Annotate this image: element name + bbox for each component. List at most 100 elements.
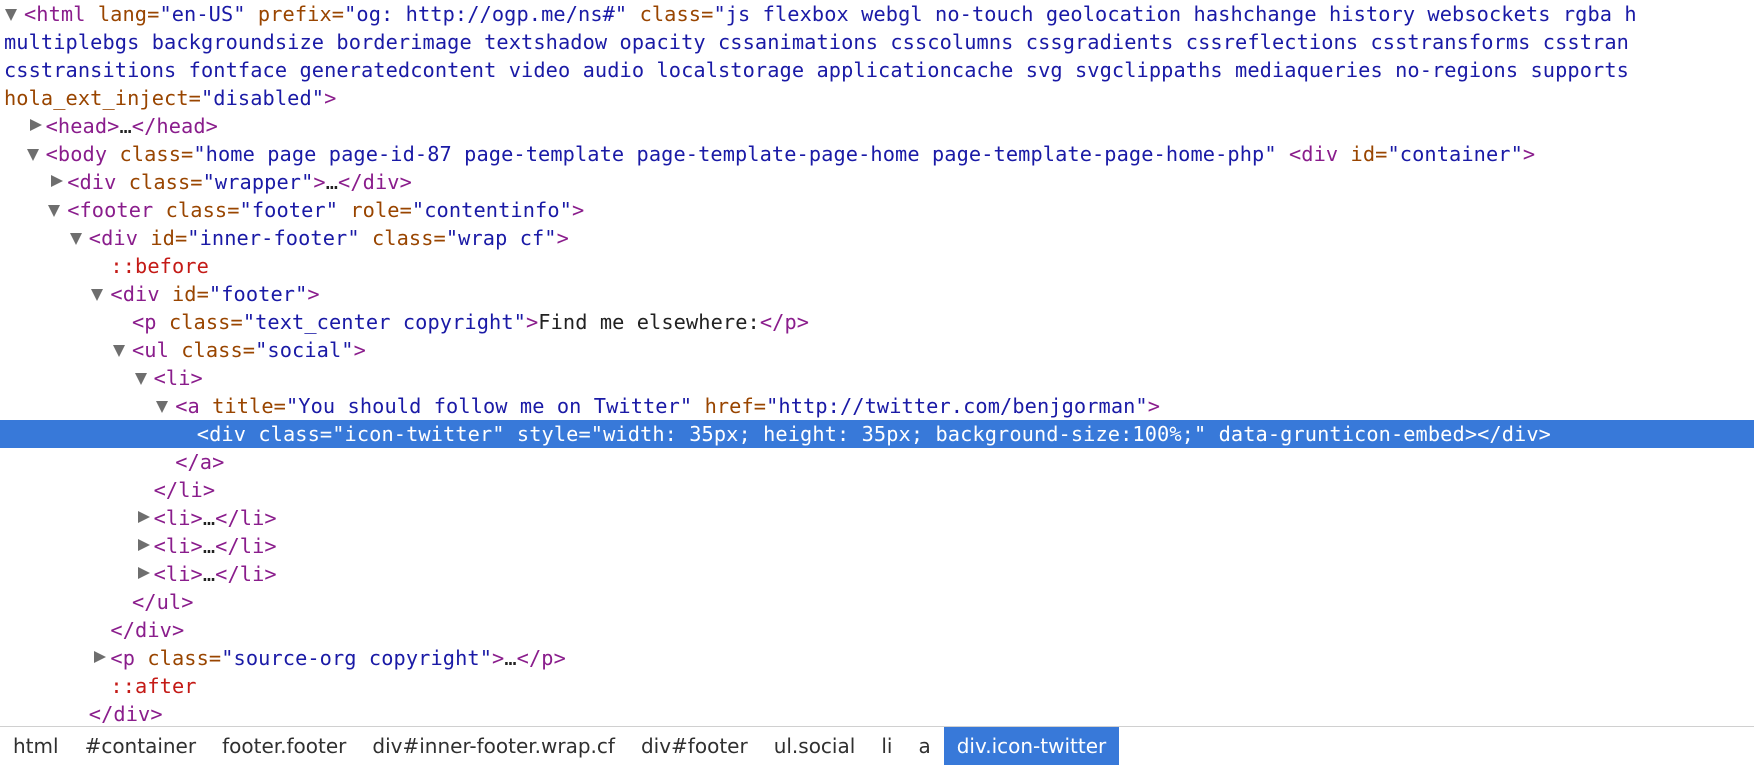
tree-line[interactable]: </div> [0, 700, 1754, 726]
token: <li> [153, 562, 203, 586]
tree-line[interactable]: <a title="You should follow me on Twitte… [0, 392, 1754, 420]
expand-triangle-closed-icon[interactable] [132, 504, 152, 532]
expand-triangle-open-icon[interactable] [45, 196, 65, 224]
expand-triangle-open-icon[interactable] [110, 336, 130, 364]
tree-line[interactable]: <head>…</head> [0, 112, 1754, 140]
elements-tree[interactable]: <html lang="en-US" prefix="og: http://og… [0, 0, 1754, 726]
tree-line[interactable]: csstransitions fontface generatedcontent… [0, 56, 1754, 84]
breadcrumb-item[interactable]: div#footer [628, 727, 761, 765]
token: "js flexbox webgl no-touch geolocation h… [713, 2, 1637, 26]
tree-line[interactable]: ::after [0, 672, 1754, 700]
token: … [202, 534, 216, 558]
token: class= [119, 142, 194, 166]
token: "contentinfo" [411, 198, 572, 222]
expand-triangle-open-icon[interactable] [88, 280, 108, 308]
expand-triangle-closed-icon[interactable] [45, 168, 65, 196]
tree-line[interactable]: <li>…</li> [0, 504, 1754, 532]
token: </p> [516, 646, 566, 670]
tree-line[interactable]: <li>…</li> [0, 532, 1754, 560]
tree-line[interactable]: </li> [0, 476, 1754, 504]
token: class= [181, 338, 256, 362]
tree-line-text: <p class="text_center copyright">Find me… [132, 308, 809, 336]
tree-line[interactable]: <p class="text_center copyright">Find me… [0, 308, 1754, 336]
token: </li> [215, 534, 277, 558]
token: </div> [110, 618, 185, 642]
token: <html [24, 2, 98, 26]
token: id= [150, 226, 188, 250]
breadcrumb-item[interactable]: li [868, 727, 905, 765]
tree-line[interactable]: <body class="home page page-id-87 page-t… [0, 140, 1754, 168]
token: style= [516, 422, 591, 446]
breadcrumb-item[interactable]: ul.social [761, 727, 869, 765]
tree-line-text: <head>…</head> [46, 112, 218, 140]
tree-line[interactable]: ::before [0, 252, 1754, 280]
tree-line[interactable]: <li> [0, 364, 1754, 392]
breadcrumb-item[interactable]: div.icon-twitter [943, 727, 1120, 765]
tree-line-text: <li> [154, 364, 203, 392]
token: "footer" [239, 198, 351, 222]
token: lang= [97, 2, 160, 26]
tree-line[interactable]: <div class="wrapper">…</div> [0, 168, 1754, 196]
expand-triangle-open-icon[interactable] [67, 224, 87, 252]
token: > [324, 86, 337, 110]
token: > [492, 646, 505, 670]
tree-line-text: <div id="inner-footer" class="wrap cf"> [89, 224, 569, 252]
token: id= [1350, 142, 1388, 166]
token: class= [371, 226, 446, 250]
token: "og: http://ogp.me/ns#" [344, 2, 640, 26]
tree-line[interactable]: </a> [0, 448, 1754, 476]
token: "container" [1387, 142, 1523, 166]
breadcrumb-item[interactable]: #container [72, 727, 210, 765]
token: "wrapper" [202, 170, 314, 194]
breadcrumb-item[interactable]: footer.footer [209, 727, 359, 765]
token: "icon-twitter" [332, 422, 517, 446]
tree-line-text: ::after [110, 672, 196, 700]
expand-triangle-open-icon[interactable] [24, 140, 44, 168]
expand-triangle-closed-icon[interactable] [24, 112, 44, 140]
token: <li> [153, 366, 203, 390]
token: > [353, 338, 366, 362]
tree-line[interactable]: <html lang="en-US" prefix="og: http://og… [0, 0, 1754, 28]
tree-line[interactable]: </ul> [0, 588, 1754, 616]
tree-line-text: <div class="icon-twitter" style="width: … [197, 420, 1551, 448]
token: "inner-footer" [187, 226, 372, 250]
tree-line[interactable]: <div id="inner-footer" class="wrap cf"> [0, 224, 1754, 252]
token: "social" [255, 338, 354, 362]
breadcrumb-item[interactable]: a [905, 727, 943, 765]
token: <li> [153, 506, 203, 530]
tree-line[interactable]: <div id="footer"> [0, 280, 1754, 308]
breadcrumb-item[interactable]: html [0, 727, 72, 765]
tree-line-text: </div> [110, 616, 184, 644]
token: <p [132, 310, 169, 334]
expand-triangle-closed-icon[interactable] [88, 644, 108, 672]
breadcrumb-item[interactable]: div#inner-footer.wrap.cf [359, 727, 628, 765]
token: … [504, 646, 517, 670]
expand-triangle-closed-icon[interactable] [132, 532, 152, 560]
tree-line[interactable]: <footer class="footer" role="contentinfo… [0, 196, 1754, 224]
tree-line[interactable]: <p class="source-org copyright">…</p> [0, 644, 1754, 672]
expand-triangle-open-icon[interactable] [153, 392, 173, 420]
tree-line-text: </ul> [132, 588, 194, 616]
token: <div [1288, 142, 1351, 166]
tree-line[interactable]: </div> [0, 616, 1754, 644]
tree-line[interactable]: hola_ext_inject="disabled"> [0, 84, 1754, 112]
tree-line[interactable]: <li>…</li> [0, 560, 1754, 588]
token: hola_ext_inject= [4, 86, 201, 110]
token: </head> [131, 114, 218, 138]
tree-line-text: ::before [110, 252, 208, 280]
tree-line[interactable]: multiplebgs backgroundsize borderimage t… [0, 28, 1754, 56]
token: class= [168, 310, 243, 334]
tree-line-selected[interactable]: <div class="icon-twitter" style="width: … [0, 420, 1754, 448]
token: </ul> [132, 590, 194, 614]
token: </a> [175, 450, 225, 474]
expand-triangle-closed-icon[interactable] [132, 560, 152, 588]
token: "width: 35px; height: 35px; background-s… [590, 422, 1219, 446]
expand-triangle-open-icon[interactable] [132, 364, 152, 392]
tree-line[interactable]: <ul class="social"> [0, 336, 1754, 364]
expand-triangle-open-icon[interactable] [2, 0, 22, 28]
token: "text_center copyright" [242, 310, 526, 334]
token: "You should follow me on Twitter" [286, 394, 705, 418]
token: prefix= [257, 2, 345, 26]
tree-line-text: multiplebgs backgroundsize borderimage t… [4, 28, 1629, 56]
token: </li> [215, 562, 277, 586]
